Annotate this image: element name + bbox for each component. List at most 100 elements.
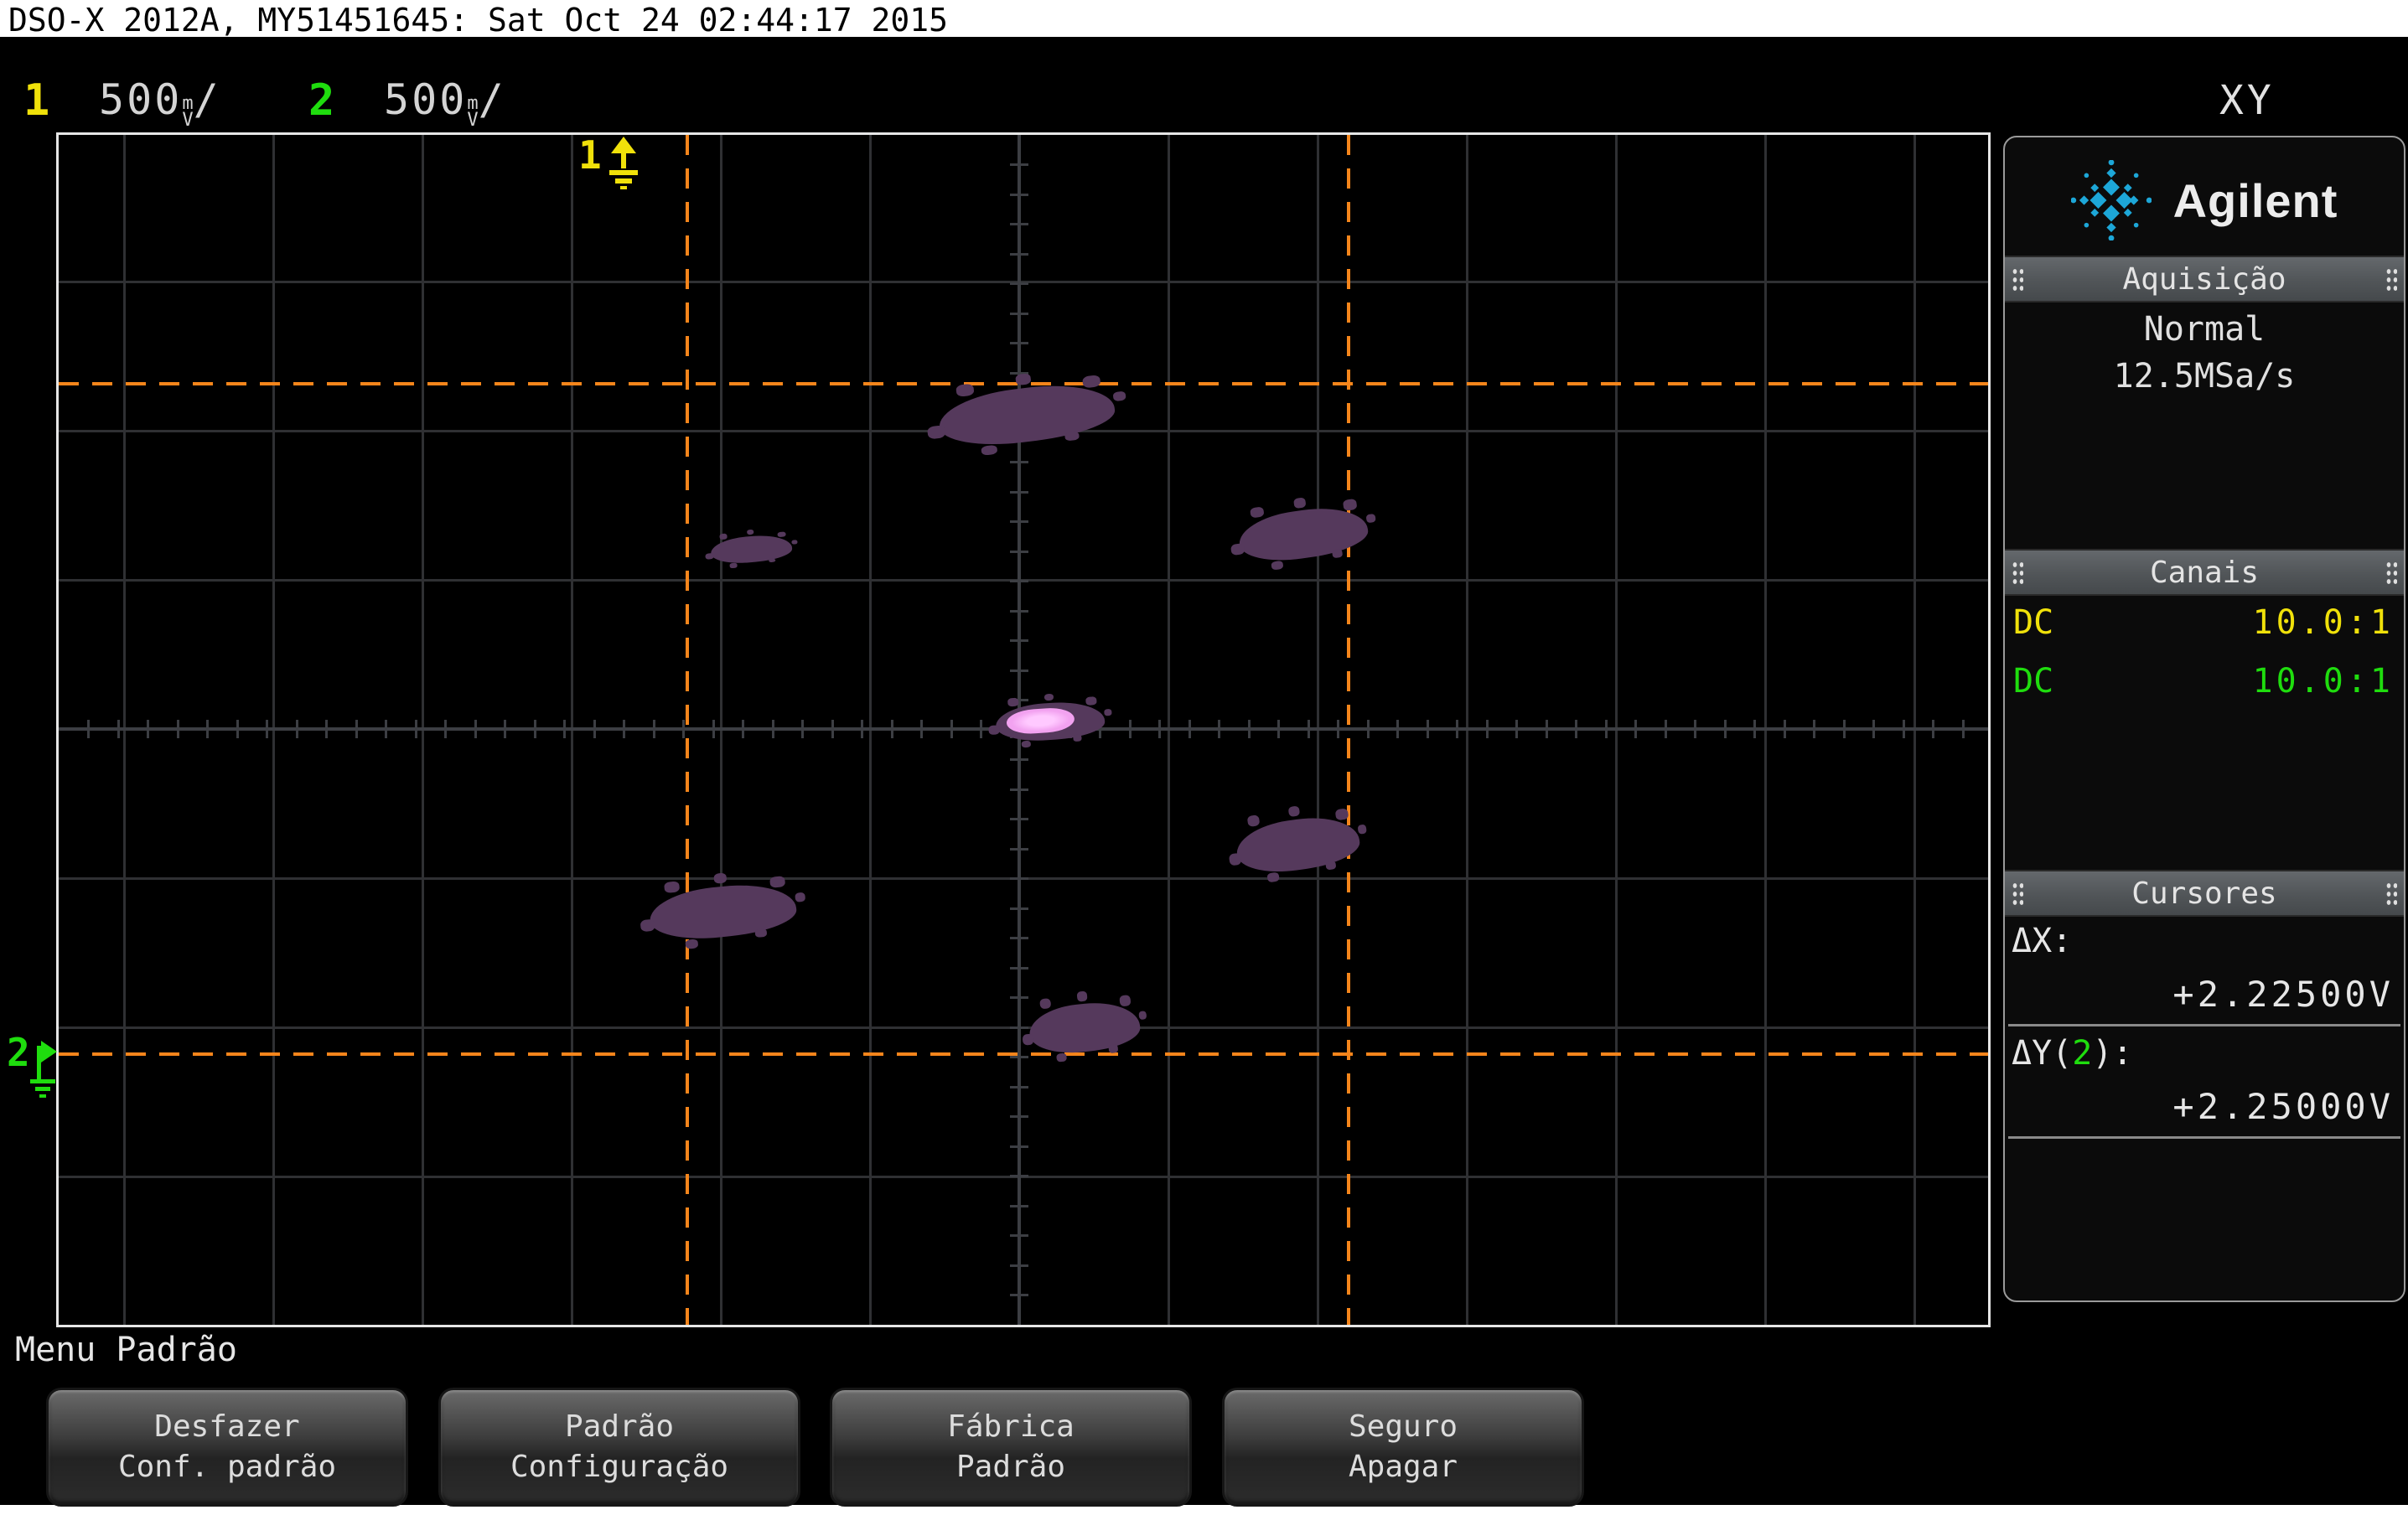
tick <box>504 720 506 738</box>
tick <box>117 720 120 738</box>
channel2-badge[interactable]: 2 <box>308 75 334 126</box>
tick <box>1546 720 1548 738</box>
channel1-scale[interactable]: 500mV/ <box>99 75 221 129</box>
section-title: Canais <box>2150 556 2259 590</box>
delta-y-value: +2.25000V <box>2172 1086 2394 1127</box>
tick <box>1158 720 1161 738</box>
trace-speckle <box>795 892 805 902</box>
trace-speckle <box>730 563 738 568</box>
delta-y-prefix: ΔY( <box>2012 1034 2072 1073</box>
tick <box>1010 877 1028 880</box>
delta-y-label: ΔY(2): <box>2012 1034 2133 1073</box>
softkey-line2: Configuração <box>510 1450 728 1484</box>
softkey-line1: Padrão <box>565 1410 674 1444</box>
trace-speckle <box>791 540 797 545</box>
tick <box>1456 720 1458 738</box>
trace-speckle <box>1335 809 1349 821</box>
tick <box>1962 720 1965 738</box>
trace-speckle <box>1112 390 1126 401</box>
channel2-coupling: DC <box>2013 662 2053 701</box>
cursor-h <box>59 1052 1988 1056</box>
tick <box>1010 1264 1028 1267</box>
section-title: Aquisição <box>2122 262 2286 297</box>
trace-speckle <box>955 384 975 398</box>
tick <box>1010 1056 1028 1058</box>
tick <box>1634 720 1637 738</box>
tick <box>1248 720 1251 738</box>
per-div-slash: / <box>479 75 506 124</box>
trace-speckle <box>719 533 728 540</box>
tick <box>1010 313 1028 315</box>
scope-screen: 1 500mV/ 2 500mV/ XY 1 2 <box>0 37 2408 1505</box>
softkey-secure-erase[interactable]: Seguro Apagar <box>1222 1388 1584 1507</box>
info-sidebar: Agilent Aquisição Normal 12.5MSa/s Canai… <box>2003 136 2405 1302</box>
channel2-probe-ratio: 10.0:1 <box>2253 662 2395 701</box>
display-mode-xy: XY <box>2219 77 2275 124</box>
trace-speckle <box>1366 514 1376 524</box>
tick <box>1010 937 1028 939</box>
tick <box>1010 1234 1028 1237</box>
softkey-factory-default[interactable]: Fábrica Padrão <box>830 1388 1192 1507</box>
delta-x-label: ΔX: <box>2012 922 2072 960</box>
tick <box>1010 670 1028 672</box>
tick <box>534 720 536 738</box>
channel1-badge[interactable]: 1 <box>23 75 49 126</box>
brand-logo: Agilent <box>2005 146 2404 255</box>
tick <box>1218 720 1220 738</box>
trace-speckle <box>1267 871 1280 882</box>
tick <box>1010 610 1028 613</box>
section-header-acquisition[interactable]: Aquisição <box>2005 256 2404 302</box>
trace-speckle <box>754 928 767 938</box>
tick <box>1010 1086 1028 1088</box>
tick <box>1010 639 1028 642</box>
channel2-marker-label: 2 <box>7 1034 30 1071</box>
tick <box>1010 1294 1028 1296</box>
tick <box>325 720 328 738</box>
tick <box>1872 720 1875 738</box>
tick <box>682 720 685 738</box>
tick <box>950 720 953 738</box>
softkey-line2: Apagar <box>1349 1450 1458 1484</box>
trace-speckle <box>769 876 785 888</box>
per-div-slash: / <box>194 75 221 124</box>
tick <box>801 720 804 738</box>
softkey-line1: Seguro <box>1349 1410 1458 1444</box>
tick <box>1515 720 1518 738</box>
tick <box>1010 342 1028 344</box>
softkey-undo-default-setup[interactable]: Desfazer Conf. padrão <box>46 1388 408 1507</box>
section-header-channels[interactable]: Canais <box>2005 549 2404 596</box>
tick <box>1277 720 1280 738</box>
tick <box>891 720 893 738</box>
channel2-scale[interactable]: 500mV/ <box>384 75 506 129</box>
tick <box>1010 848 1028 851</box>
ground-arrow-up-icon <box>602 137 645 190</box>
trace-speckle <box>1056 1052 1067 1062</box>
tick <box>177 720 179 738</box>
trace-speckle <box>1039 998 1051 1010</box>
tick <box>1010 253 1028 256</box>
tick <box>266 720 268 738</box>
trace-speckle <box>1109 1044 1118 1052</box>
section-header-cursors[interactable]: Cursores <box>2005 870 2404 917</box>
trace-speckle <box>1007 698 1019 707</box>
tick <box>1010 789 1028 791</box>
tick <box>474 720 477 738</box>
menu-title: Menu Padrão <box>15 1331 237 1369</box>
trace-speckle <box>1082 375 1101 389</box>
tick <box>385 720 387 738</box>
tick <box>1724 720 1727 738</box>
tick <box>444 720 447 738</box>
tick <box>623 720 625 738</box>
softkey-default-setup[interactable]: Padrão Configuração <box>438 1388 800 1507</box>
channel1-coupling: DC <box>2013 603 2053 642</box>
xy-display: 1 <box>56 132 1991 1327</box>
delta-x-value: +2.22500V <box>2172 974 2394 1015</box>
trace-speckle <box>1073 735 1082 742</box>
trace-speckle <box>1022 1033 1034 1046</box>
trace-speckle <box>1325 861 1336 870</box>
drag-grip-icon <box>2385 561 2397 584</box>
channel2-ground-marker-icon: 2 <box>7 1034 69 1101</box>
millivolt-unit-icon: mV <box>182 96 193 129</box>
trace-speckle <box>1332 549 1343 558</box>
drag-grip-icon <box>2012 561 2023 584</box>
